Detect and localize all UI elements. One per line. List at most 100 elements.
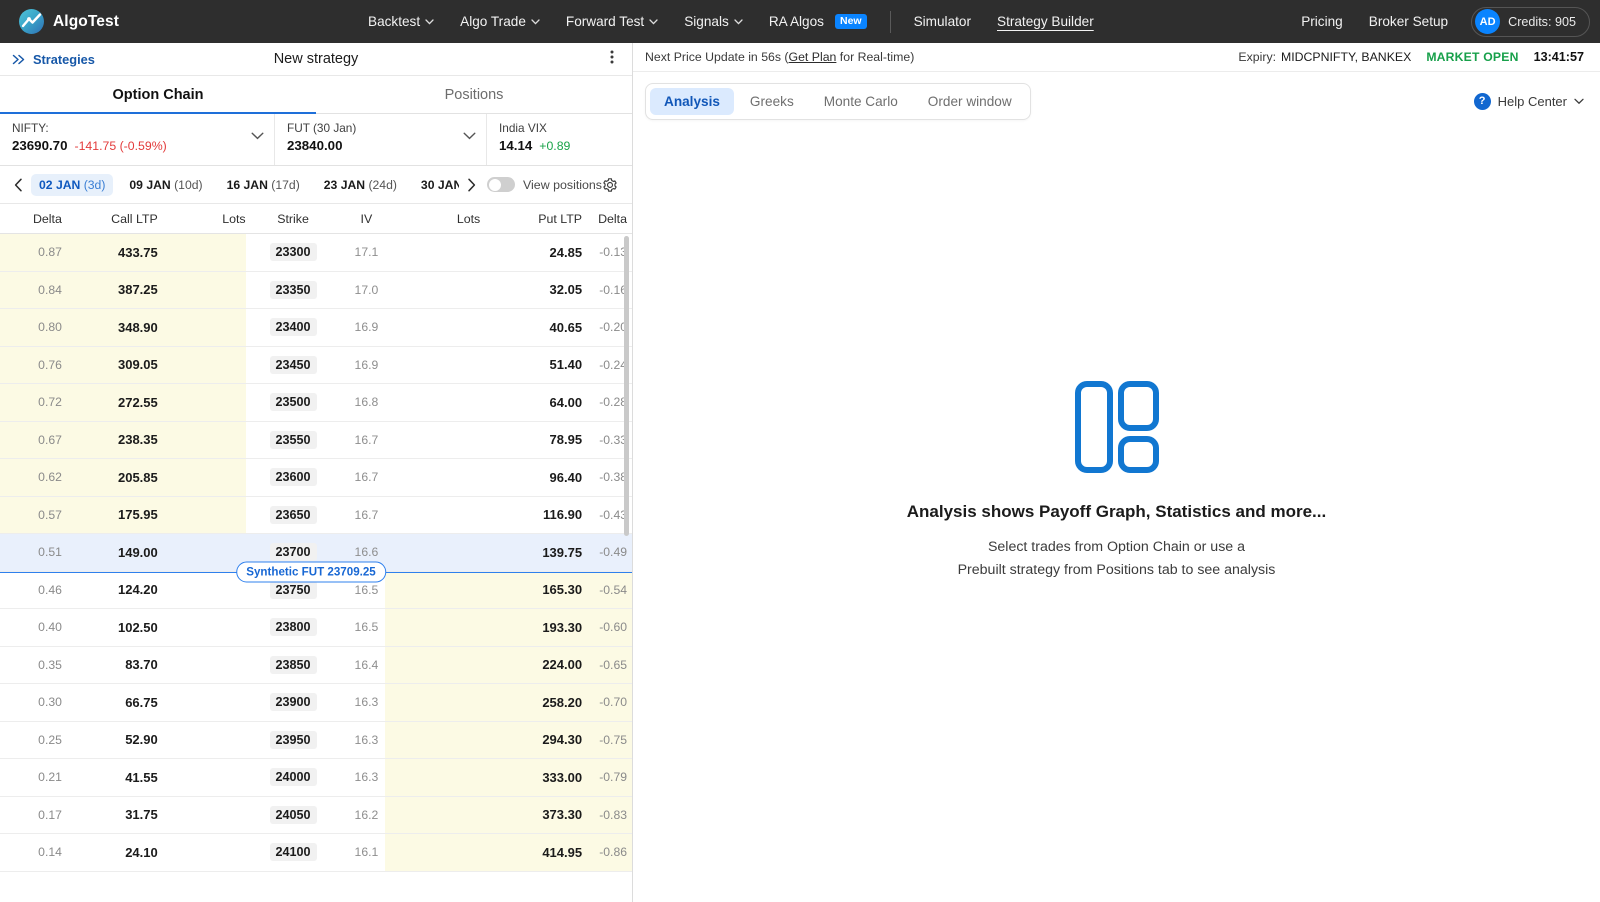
breadcrumb[interactable]: Strategies <box>12 52 95 67</box>
cell-put-ltp[interactable]: 258.20 <box>480 695 582 710</box>
table-row[interactable]: 0.14 24.10 24100 16.1 414.95 -0.86 <box>0 834 632 872</box>
tab-order-window[interactable]: Order window <box>914 88 1026 115</box>
cell-put-ltp[interactable]: 165.30 <box>480 582 582 597</box>
cell-call-ltp[interactable]: 52.90 <box>62 732 158 747</box>
nav-item-algo-trade[interactable]: Algo Trade <box>447 0 553 43</box>
cell-call-ltp[interactable]: 205.85 <box>62 470 158 485</box>
cell-put-ltp[interactable]: 373.30 <box>480 807 582 822</box>
table-row[interactable]: 0.30 66.75 23900 16.3 258.20 -0.70 <box>0 684 632 722</box>
col-header-iv: IV <box>360 211 373 226</box>
help-center-button[interactable]: ? Help Center <box>1473 92 1584 110</box>
cell-put-ltp[interactable]: 139.75 <box>480 545 582 560</box>
vertical-scrollbar[interactable] <box>624 236 629 536</box>
cell-iv: 16.9 <box>354 357 379 372</box>
cell-call-ltp[interactable]: 83.70 <box>62 657 158 672</box>
cell-put-ltp[interactable]: 414.95 <box>480 845 582 860</box>
cell-call-ltp[interactable]: 387.25 <box>62 282 158 297</box>
tab-positions[interactable]: Positions <box>316 76 632 113</box>
chevron-down-icon <box>531 17 540 27</box>
nav-item-forward-test[interactable]: Forward Test <box>553 0 671 43</box>
cell-call-ltp[interactable]: 102.50 <box>62 620 158 635</box>
chevron-down-icon[interactable] <box>251 121 264 140</box>
nav-label: RA Algos <box>768 14 824 29</box>
strike-chip: 23650 <box>269 505 317 524</box>
nav-item-broker-setup[interactable]: Broker Setup <box>1356 0 1461 43</box>
table-row[interactable]: 0.67 238.35 23550 16.7 78.95 -0.33 <box>0 421 632 459</box>
table-row[interactable]: 0.80 348.90 23400 16.9 40.65 -0.20 <box>0 309 632 347</box>
cell-call-ltp[interactable]: 272.55 <box>62 395 158 410</box>
cell-put-ltp[interactable]: 51.40 <box>480 357 583 372</box>
cell-put-ltp[interactable]: 96.40 <box>480 470 583 485</box>
cell-call-ltp[interactable]: 24.10 <box>62 845 158 860</box>
table-row[interactable]: 0.62 205.85 23600 16.7 96.40 -0.38 <box>0 459 632 497</box>
cell-call-ltp[interactable]: 31.75 <box>62 807 158 822</box>
cell-put-ltp[interactable]: 193.30 <box>480 620 582 635</box>
expiry-chip-23-jan[interactable]: 23 JAN (24d) <box>316 174 405 196</box>
cell-call-ltp[interactable]: 348.90 <box>62 320 158 335</box>
cell-call-ltp[interactable]: 41.55 <box>62 770 158 785</box>
table-row[interactable]: 0.57 175.95 23650 16.7 116.90 -0.43 <box>0 496 632 534</box>
gear-icon[interactable] <box>602 177 624 193</box>
cell-iv: 16.9 <box>354 320 379 335</box>
table-row[interactable]: 0.35 83.70 23850 16.4 224.00 -0.65 <box>0 646 632 684</box>
expiry-chip-16-jan[interactable]: 16 JAN (17d) <box>219 174 308 196</box>
nav-item-pricing[interactable]: Pricing <box>1288 0 1356 43</box>
option-chain-rows[interactable]: 0.87 433.75 23300 17.1 24.85 -0.13 0.84 387.25 2… <box>0 234 632 902</box>
help-center-label: Help Center <box>1497 93 1567 109</box>
table-row[interactable]: 0.17 31.75 24050 16.2 373.30 -0.83 <box>0 796 632 834</box>
quote-fut[interactable]: FUT (30 Jan) 23840.00 <box>275 114 487 165</box>
nav-item-signals[interactable]: Signals <box>671 0 756 43</box>
table-row[interactable]: 0.87 433.75 23300 17.1 24.85 -0.13 <box>0 234 632 272</box>
cell-put-ltp[interactable]: 64.00 <box>480 395 583 410</box>
expiry-chip-30-jan[interactable]: 30 JAN (31d) <box>413 174 459 196</box>
table-row[interactable]: 0.84 387.25 23350 17.0 32.05 -0.16 <box>0 271 632 309</box>
cell-put-ltp[interactable]: 224.00 <box>480 657 582 672</box>
nav-item-backtest[interactable]: Backtest <box>355 0 447 43</box>
cell-put-ltp[interactable]: 24.85 <box>480 245 583 260</box>
expiry-chip-09-jan[interactable]: 09 JAN (10d) <box>121 174 210 196</box>
cell-iv: 16.8 <box>354 395 379 410</box>
nav-item-ra-algos[interactable]: RA Algos New <box>756 0 880 43</box>
expiry-days: (10d) <box>174 177 203 192</box>
toggle-knob <box>489 178 502 191</box>
avatar: AD <box>1475 9 1501 34</box>
quote-nifty[interactable]: NIFTY: 23690.70 -141.75 (-0.59%) <box>0 114 275 165</box>
cell-put-ltp[interactable]: 40.65 <box>480 320 583 335</box>
chevron-left-icon[interactable] <box>10 178 27 192</box>
nav-item-strategy-builder[interactable]: Strategy Builder <box>984 0 1107 43</box>
table-row[interactable]: 0.72 272.55 23500 16.8 64.00 -0.28 <box>0 384 632 422</box>
main-menu: Backtest Algo Trade Forward Test Signals… <box>355 0 1107 43</box>
cell-put-ltp[interactable]: 78.95 <box>480 432 583 447</box>
expiry-chip-02-jan[interactable]: 02 JAN (3d) <box>31 173 114 196</box>
account-credits-pill[interactable]: AD Credits: 905 <box>1471 6 1590 37</box>
cell-call-ltp[interactable]: 433.75 <box>62 245 158 260</box>
table-row[interactable]: 0.76 309.05 23450 16.9 51.40 -0.24 <box>0 346 632 384</box>
tab-option-chain[interactable]: Option Chain <box>0 76 316 114</box>
tab-monte-carlo[interactable]: Monte Carlo <box>810 88 912 115</box>
cell-call-ltp[interactable]: 66.75 <box>62 695 158 710</box>
tab-greeks[interactable]: Greeks <box>736 88 808 115</box>
chevron-right-icon[interactable] <box>463 178 480 192</box>
cell-call-ltp[interactable]: 238.35 <box>62 432 158 447</box>
cell-call-ltp[interactable]: 124.20 <box>62 582 158 597</box>
tab-label: Option Chain <box>112 86 204 103</box>
get-plan-link[interactable]: Get Plan <box>789 50 837 64</box>
chevron-down-icon[interactable] <box>463 121 476 140</box>
cell-call-ltp[interactable]: 175.95 <box>62 507 158 522</box>
nav-item-simulator[interactable]: Simulator <box>901 0 984 43</box>
cell-put-ltp[interactable]: 294.30 <box>480 732 582 747</box>
more-vertical-icon[interactable] <box>604 49 620 69</box>
table-row[interactable]: 0.40 102.50 23800 16.5 193.30 -0.60 <box>0 609 632 647</box>
cell-put-ltp[interactable]: 333.00 <box>480 770 582 785</box>
cell-put-ltp[interactable]: 32.05 <box>480 282 583 297</box>
view-positions-toggle[interactable] <box>487 177 516 192</box>
table-row[interactable]: 0.21 41.55 24000 16.3 333.00 -0.79 <box>0 759 632 797</box>
cell-call-ltp[interactable]: 149.00 <box>62 545 158 560</box>
cell-iv: 16.5 <box>354 620 379 635</box>
table-row[interactable]: 0.25 52.90 23950 16.3 294.30 -0.75 <box>0 721 632 759</box>
cell-put-ltp[interactable]: 116.90 <box>480 507 582 522</box>
brand-logo-group[interactable]: AlgoTest <box>0 9 119 34</box>
cell-call-ltp[interactable]: 309.05 <box>62 357 158 372</box>
tab-analysis[interactable]: Analysis <box>650 87 734 115</box>
quote-name: FUT (30 Jan) <box>287 121 357 135</box>
